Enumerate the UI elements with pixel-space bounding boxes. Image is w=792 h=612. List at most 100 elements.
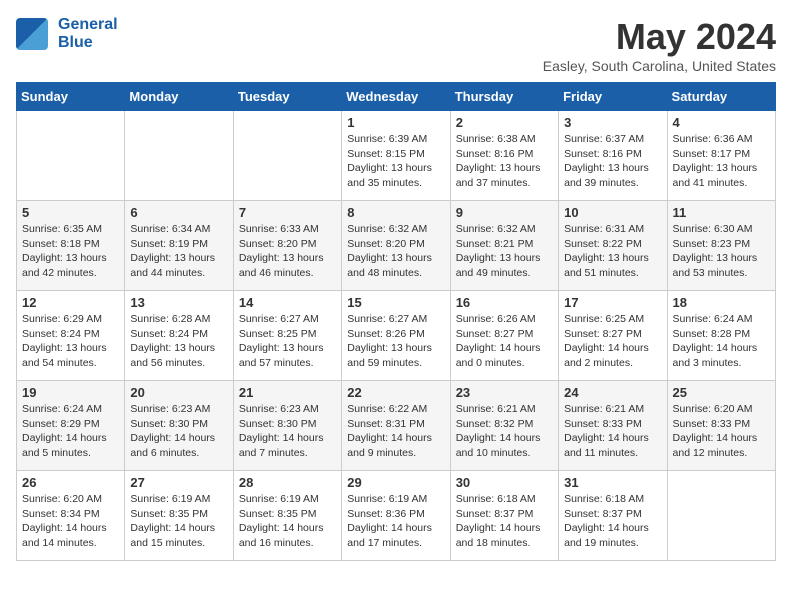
cell-content: Sunrise: 6:32 AMSunset: 8:20 PMDaylight:…	[347, 222, 444, 281]
calendar-cell: 25 Sunrise: 6:20 AMSunset: 8:33 PMDayligh…	[667, 381, 775, 471]
day-number: 5	[22, 205, 119, 220]
cell-content: Sunrise: 6:35 AMSunset: 8:18 PMDaylight:…	[22, 222, 119, 281]
cell-content: Sunrise: 6:19 AMSunset: 8:36 PMDaylight:…	[347, 492, 444, 551]
cell-content: Sunrise: 6:32 AMSunset: 8:21 PMDaylight:…	[456, 222, 553, 281]
calendar-cell: 18 Sunrise: 6:24 AMSunset: 8:28 PMDayligh…	[667, 291, 775, 381]
location: Easley, South Carolina, United States	[543, 58, 776, 74]
day-number: 10	[564, 205, 661, 220]
logo: G General Blue	[16, 16, 118, 51]
calendar-cell: 6 Sunrise: 6:34 AMSunset: 8:19 PMDaylight…	[125, 201, 233, 291]
calendar-cell: 5 Sunrise: 6:35 AMSunset: 8:18 PMDaylight…	[17, 201, 125, 291]
day-number: 7	[239, 205, 336, 220]
cell-content: Sunrise: 6:33 AMSunset: 8:20 PMDaylight:…	[239, 222, 336, 281]
calendar-body: 1 Sunrise: 6:39 AMSunset: 8:15 PMDaylight…	[17, 111, 776, 561]
day-number: 13	[130, 295, 227, 310]
cell-content: Sunrise: 6:21 AMSunset: 8:33 PMDaylight:…	[564, 402, 661, 461]
day-number: 20	[130, 385, 227, 400]
cell-content: Sunrise: 6:27 AMSunset: 8:25 PMDaylight:…	[239, 312, 336, 371]
calendar-week-0: 1 Sunrise: 6:39 AMSunset: 8:15 PMDaylight…	[17, 111, 776, 201]
day-number: 25	[673, 385, 770, 400]
calendar-cell: 3Sunrise: 6:37 AMSunset: 8:16 PMDaylight…	[559, 111, 667, 201]
header-day-wednesday: Wednesday	[342, 83, 450, 111]
calendar-cell	[233, 111, 341, 201]
day-number: 1	[347, 115, 444, 130]
day-number: 8	[347, 205, 444, 220]
cell-content: Sunrise: 6:21 AMSunset: 8:32 PMDaylight:…	[456, 402, 553, 461]
header-day-sunday: Sunday	[17, 83, 125, 111]
calendar-week-4: 26 Sunrise: 6:20 AMSunset: 8:34 PMDayligh…	[17, 471, 776, 561]
calendar-cell: 26 Sunrise: 6:20 AMSunset: 8:34 PMDayligh…	[17, 471, 125, 561]
cell-content: Sunrise: 6:18 AMSunset: 8:37 PMDaylight:…	[564, 492, 661, 551]
cell-content: Sunrise: 6:34 AMSunset: 8:19 PMDaylight:…	[130, 222, 227, 281]
day-number: 4	[673, 115, 770, 130]
calendar-cell: 4Sunrise: 6:36 AMSunset: 8:17 PMDaylight…	[667, 111, 775, 201]
cell-content: Sunrise: 6:31 AMSunset: 8:22 PMDaylight:…	[564, 222, 661, 281]
cell-content: Sunrise: 6:23 AMSunset: 8:30 PMDaylight:…	[130, 402, 227, 461]
cell-content: Sunrise: 6:19 AMSunset: 8:35 PMDaylight:…	[239, 492, 336, 551]
cell-content: Sunrise: 6:26 AMSunset: 8:27 PMDaylight:…	[456, 312, 553, 371]
day-number: 17	[564, 295, 661, 310]
calendar-cell: 2Sunrise: 6:38 AMSunset: 8:16 PMDaylight…	[450, 111, 558, 201]
calendar-week-3: 19 Sunrise: 6:24 AMSunset: 8:29 PMDayligh…	[17, 381, 776, 471]
cell-content: Sunrise: 6:24 AMSunset: 8:29 PMDaylight:…	[22, 402, 119, 461]
calendar-cell: 30Sunrise: 6:18 AMSunset: 8:37 PMDayligh…	[450, 471, 558, 561]
day-number: 16	[456, 295, 553, 310]
calendar-week-1: 5 Sunrise: 6:35 AMSunset: 8:18 PMDaylight…	[17, 201, 776, 291]
cell-content: Sunrise: 6:25 AMSunset: 8:27 PMDaylight:…	[564, 312, 661, 371]
calendar-header: SundayMondayTuesdayWednesdayThursdayFrid…	[17, 83, 776, 111]
day-number: 24	[564, 385, 661, 400]
calendar-cell	[125, 111, 233, 201]
cell-content: Sunrise: 6:24 AMSunset: 8:28 PMDaylight:…	[673, 312, 770, 371]
day-number: 22	[347, 385, 444, 400]
day-number: 31	[564, 475, 661, 490]
calendar-cell: 14Sunrise: 6:27 AMSunset: 8:25 PMDayligh…	[233, 291, 341, 381]
header-day-saturday: Saturday	[667, 83, 775, 111]
calendar-cell: 12 Sunrise: 6:29 AMSunset: 8:24 PMDayligh…	[17, 291, 125, 381]
cell-content: Sunrise: 6:19 AMSunset: 8:35 PMDaylight:…	[130, 492, 227, 551]
page-header: G General Blue May 2024 Easley, South Ca…	[16, 16, 776, 74]
day-number: 12	[22, 295, 119, 310]
cell-content: Sunrise: 6:20 AMSunset: 8:33 PMDaylight:…	[673, 402, 770, 461]
calendar-week-2: 12 Sunrise: 6:29 AMSunset: 8:24 PMDayligh…	[17, 291, 776, 381]
day-number: 30	[456, 475, 553, 490]
day-number: 19	[22, 385, 119, 400]
day-number: 18	[673, 295, 770, 310]
day-number: 11	[673, 205, 770, 220]
cell-content: Sunrise: 6:39 AMSunset: 8:15 PMDaylight:…	[347, 132, 444, 191]
logo-line1: General	[58, 16, 118, 33]
header-day-monday: Monday	[125, 83, 233, 111]
cell-content: Sunrise: 6:20 AMSunset: 8:34 PMDaylight:…	[22, 492, 119, 551]
day-number: 9	[456, 205, 553, 220]
calendar-cell: 28 Sunrise: 6:19 AMSunset: 8:35 PMDayligh…	[233, 471, 341, 561]
calendar-cell: 29Sunrise: 6:19 AMSunset: 8:36 PMDayligh…	[342, 471, 450, 561]
day-number: 26	[22, 475, 119, 490]
cell-content: Sunrise: 6:29 AMSunset: 8:24 PMDaylight:…	[22, 312, 119, 371]
cell-content: Sunrise: 6:22 AMSunset: 8:31 PMDaylight:…	[347, 402, 444, 461]
day-number: 28	[239, 475, 336, 490]
day-number: 15	[347, 295, 444, 310]
cell-content: Sunrise: 6:28 AMSunset: 8:24 PMDaylight:…	[130, 312, 227, 371]
calendar-cell: 15Sunrise: 6:27 AMSunset: 8:26 PMDayligh…	[342, 291, 450, 381]
month-title: May 2024	[543, 16, 776, 58]
calendar-cell: 1 Sunrise: 6:39 AMSunset: 8:15 PMDaylight…	[342, 111, 450, 201]
header-day-thursday: Thursday	[450, 83, 558, 111]
day-number: 2	[456, 115, 553, 130]
calendar-table: SundayMondayTuesdayWednesdayThursdayFrid…	[16, 82, 776, 561]
calendar-cell	[17, 111, 125, 201]
day-number: 6	[130, 205, 227, 220]
header-row: SundayMondayTuesdayWednesdayThursdayFrid…	[17, 83, 776, 111]
calendar-cell: 16 Sunrise: 6:26 AMSunset: 8:27 PMDayligh…	[450, 291, 558, 381]
calendar-cell: 10 Sunrise: 6:31 AMSunset: 8:22 PMDayligh…	[559, 201, 667, 291]
day-number: 23	[456, 385, 553, 400]
calendar-cell: 20 Sunrise: 6:23 AMSunset: 8:30 PMDayligh…	[125, 381, 233, 471]
calendar-cell: 13 Sunrise: 6:28 AMSunset: 8:24 PMDayligh…	[125, 291, 233, 381]
calendar-cell: 22 Sunrise: 6:22 AMSunset: 8:31 PMDayligh…	[342, 381, 450, 471]
calendar-cell: 27Sunrise: 6:19 AMSunset: 8:35 PMDayligh…	[125, 471, 233, 561]
day-number: 21	[239, 385, 336, 400]
calendar-cell: 8 Sunrise: 6:32 AMSunset: 8:20 PMDaylight…	[342, 201, 450, 291]
calendar-cell: 19 Sunrise: 6:24 AMSunset: 8:29 PMDayligh…	[17, 381, 125, 471]
calendar-cell: 9 Sunrise: 6:32 AMSunset: 8:21 PMDaylight…	[450, 201, 558, 291]
title-block: May 2024 Easley, South Carolina, United …	[543, 16, 776, 74]
calendar-cell: 24 Sunrise: 6:21 AMSunset: 8:33 PMDayligh…	[559, 381, 667, 471]
calendar-cell: 21Sunrise: 6:23 AMSunset: 8:30 PMDayligh…	[233, 381, 341, 471]
